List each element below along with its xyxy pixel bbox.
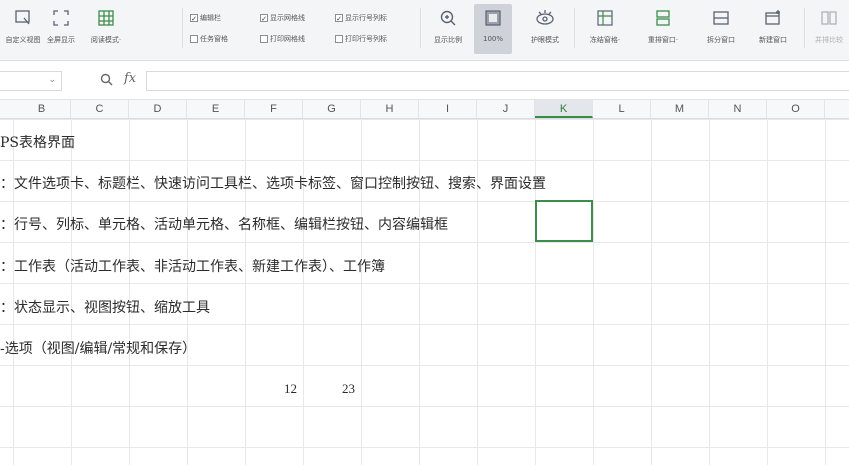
checkbox-label: 编辑栏 xyxy=(200,14,221,22)
column-header-h[interactable]: H xyxy=(361,100,419,118)
new-window-label: 新建窗口 xyxy=(759,36,787,44)
checkbox-box xyxy=(335,35,343,43)
print-gridlines-checkbox[interactable]: 打印网格线 xyxy=(260,34,305,44)
column-header-e[interactable]: E xyxy=(187,100,245,118)
reading-mode-icon xyxy=(95,7,117,29)
ribbon-separator xyxy=(420,8,421,48)
cell-text-row-4[interactable]: ：工作表（活动工作表、非活动工作表、新建工作表）、工作簿 xyxy=(0,256,385,276)
freeze-panes-button[interactable]: 冻结窗格· xyxy=(580,4,630,54)
cell-value-f[interactable]: 12 xyxy=(284,381,297,397)
checkbox-box xyxy=(260,35,268,43)
side-by-side-icon xyxy=(818,7,840,29)
checkbox-box: ✓ xyxy=(335,14,343,23)
chevron-down-icon[interactable]: ⌄ xyxy=(48,75,56,85)
formula-bar: ⌄ fx xyxy=(0,61,849,100)
column-header-i[interactable]: I xyxy=(419,100,477,118)
fullscreen-icon xyxy=(50,7,72,29)
zoom-100-button[interactable]: 100% xyxy=(474,4,512,54)
name-box[interactable]: ⌄ xyxy=(0,71,62,91)
zoom-100-icon xyxy=(482,7,504,29)
custom-view-icon xyxy=(12,7,34,29)
zoom-button[interactable]: 显示比例 xyxy=(426,4,470,54)
freeze-panes-icon xyxy=(594,7,616,29)
cell-value-g[interactable]: 23 xyxy=(342,381,355,397)
rearrange-windows-button[interactable]: 重排窗口· xyxy=(638,4,688,54)
zoom-icon xyxy=(437,7,459,29)
task-pane-checkbox[interactable]: 任务窗格 xyxy=(190,34,228,44)
column-header-o[interactable]: O xyxy=(767,100,825,118)
side-by-side-label: 并排比较 xyxy=(815,36,843,44)
rearrange-windows-label: 重排窗口· xyxy=(647,36,679,44)
eye-protection-button[interactable]: 护眼模式 xyxy=(522,4,568,54)
side-by-side-button[interactable]: 并排比较 xyxy=(810,4,848,54)
checkbox-label: 打印行号列标 xyxy=(345,35,387,43)
show-gridlines-checkbox[interactable]: ✓ 显示网格线 xyxy=(260,13,305,23)
ribbon-separator xyxy=(182,8,183,48)
new-window-button[interactable]: 新建窗口 xyxy=(750,4,796,54)
split-window-label: 拆分窗口 xyxy=(707,36,735,44)
column-header-f[interactable]: F xyxy=(245,100,303,118)
ribbon-separator xyxy=(804,8,805,48)
column-header-p[interactable] xyxy=(825,100,849,118)
custom-view-button[interactable]: 自定义视图 xyxy=(4,4,42,54)
column-header-m[interactable]: M xyxy=(651,100,709,118)
column-header-k[interactable]: K xyxy=(535,100,593,118)
checkbox-label: 显示网格线 xyxy=(270,14,305,22)
column-header-j[interactable]: J xyxy=(477,100,535,118)
ribbon-view-tab: 自定义视图 全屏显示 阅读模式· ✓ 编辑栏 任务窗格 ✓ 显示网格线 打印网格… xyxy=(0,0,849,61)
checkbox-box: ✓ xyxy=(190,14,198,23)
fullscreen-button[interactable]: 全屏显示 xyxy=(44,4,78,54)
custom-view-label: 自定义视图 xyxy=(5,36,41,44)
fullscreen-label: 全屏显示 xyxy=(47,36,75,44)
column-header-l[interactable]: L xyxy=(593,100,651,118)
cell-text-row-5[interactable]: ：状态显示、视图按钮、缩放工具 xyxy=(0,297,210,317)
eye-protection-icon xyxy=(534,7,556,29)
reading-mode-button[interactable]: 阅读模式· xyxy=(80,4,132,54)
ribbon-separator xyxy=(574,8,575,48)
checkbox-box: ✓ xyxy=(260,14,268,23)
checkbox-label: 显示行号列标 xyxy=(345,14,387,22)
column-header-g[interactable]: G xyxy=(303,100,361,118)
checkbox-box xyxy=(190,35,198,43)
active-cell[interactable] xyxy=(535,200,593,242)
split-window-button[interactable]: 拆分窗口 xyxy=(698,4,744,54)
show-headers-checkbox[interactable]: ✓ 显示行号列标 xyxy=(335,13,387,23)
checkbox-label: 任务窗格 xyxy=(200,35,228,43)
split-window-icon xyxy=(710,7,732,29)
freeze-panes-label: 冻结窗格· xyxy=(589,36,621,44)
cell-text-row-1[interactable]: PS表格界面 xyxy=(0,132,75,152)
reading-mode-label: 阅读模式· xyxy=(90,36,122,44)
cell-grid[interactable]: PS表格界面 ：文件选项卡、标题栏、快速访问工具栏、选项卡标签、窗口控制按钮、搜… xyxy=(0,119,849,465)
zoom-100-label: 100% xyxy=(482,35,503,43)
cell-text-row-6[interactable]: -选项（视图/编辑/常规和保存） xyxy=(0,338,196,358)
fx-button[interactable]: fx xyxy=(124,71,136,86)
checkbox-label: 打印网格线 xyxy=(270,35,305,43)
rearrange-windows-icon xyxy=(652,7,674,29)
column-header-d[interactable]: D xyxy=(129,100,187,118)
eye-protection-label: 护眼模式 xyxy=(531,36,559,44)
column-header-n[interactable]: N xyxy=(709,100,767,118)
cell-text-row-2[interactable]: ：文件选项卡、标题栏、快速访问工具栏、选项卡标签、窗口控制按钮、搜索、界面设置 xyxy=(0,173,546,193)
column-headers: B C D E F G H I J K L M N O xyxy=(0,100,849,119)
new-window-icon xyxy=(762,7,784,29)
zoom-icon[interactable] xyxy=(100,73,113,89)
zoom-label: 显示比例 xyxy=(434,36,462,44)
formula-bar-checkbox[interactable]: ✓ 编辑栏 xyxy=(190,13,221,23)
column-header-b[interactable]: B xyxy=(13,100,71,118)
column-header-c[interactable]: C xyxy=(71,100,129,118)
print-headers-checkbox[interactable]: 打印行号列标 xyxy=(335,34,387,44)
cell-text-row-3[interactable]: ：行号、列标、单元格、活动单元格、名称框、编辑栏按钮、内容编辑框 xyxy=(0,214,448,234)
formula-input[interactable] xyxy=(146,71,849,91)
